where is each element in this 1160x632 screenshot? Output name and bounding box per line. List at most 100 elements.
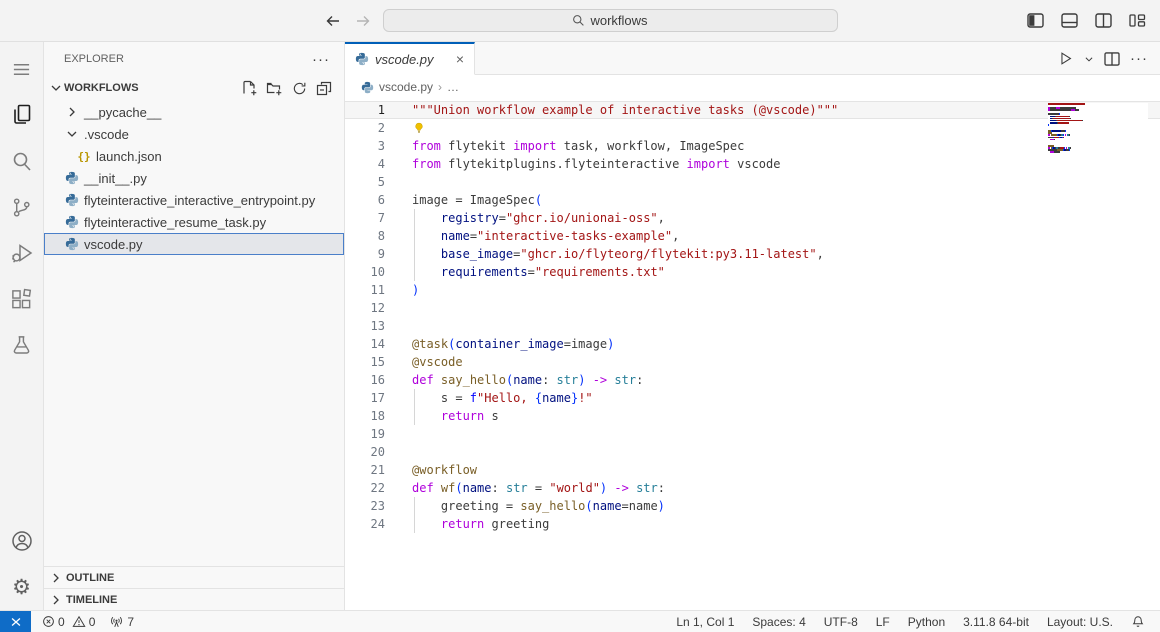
status-indentation[interactable]: Spaces: 4 (747, 611, 810, 632)
menu-icon[interactable] (0, 46, 44, 92)
new-file-icon[interactable] (241, 80, 257, 96)
panel-outline[interactable]: OUTLINE (44, 566, 344, 588)
tree-item-flyteinteractive-interactive-entrypoint-py[interactable]: flyteinteractive_interactive_entrypoint.… (44, 189, 344, 211)
code-line-3[interactable]: 3from flytekit import task, workflow, Im… (345, 137, 1160, 155)
code-line-1[interactable]: 1"""Union workflow example of interactiv… (345, 101, 1160, 119)
split-editor-right-icon[interactable] (1104, 52, 1120, 66)
line-number[interactable]: 16 (345, 371, 385, 389)
code-line-2[interactable]: 2 (345, 119, 1160, 137)
code-line-11[interactable]: 11) (345, 281, 1160, 299)
tree-item--pycache-[interactable]: __pycache__ (44, 101, 344, 123)
line-number[interactable]: 8 (345, 227, 385, 245)
tree-item-vscode-py[interactable]: vscode.py (44, 233, 344, 255)
search-view-icon[interactable] (0, 138, 44, 184)
testing-icon[interactable] (0, 322, 44, 368)
ports-indicator[interactable]: 7 (104, 611, 139, 632)
refresh-icon[interactable] (291, 80, 307, 96)
breadcrumb-file[interactable]: vscode.py (379, 80, 433, 94)
forward-button[interactable] (353, 11, 373, 31)
problems-indicator[interactable]: 0 0 (37, 611, 100, 632)
line-number[interactable]: 6 (345, 191, 385, 209)
line-number[interactable]: 7 (345, 209, 385, 227)
line-number[interactable]: 22 (345, 479, 385, 497)
minimap[interactable] (1048, 103, 1148, 153)
code-line-22[interactable]: 22def wf(name: str = "world") -> str: (345, 479, 1160, 497)
back-button[interactable] (323, 11, 343, 31)
command-center-search[interactable]: workflows (383, 9, 838, 32)
tree-item-flyteinteractive-resume-task-py[interactable]: flyteinteractive_resume_task.py (44, 211, 344, 233)
code-line-17[interactable]: 17 s = f"Hello, {name}!" (345, 389, 1160, 407)
line-number[interactable]: 17 (345, 389, 385, 407)
line-number[interactable]: 11 (345, 281, 385, 299)
run-and-debug-icon[interactable] (0, 230, 44, 276)
line-number[interactable]: 21 (345, 461, 385, 479)
toggle-sidebar-icon[interactable] (1026, 12, 1044, 30)
line-number[interactable]: 4 (345, 155, 385, 173)
customize-layout-icon[interactable] (1128, 12, 1146, 30)
source-control-icon[interactable] (0, 184, 44, 230)
tree-item--vscode[interactable]: .vscode (44, 123, 344, 145)
breadcrumb[interactable]: vscode.py › … (345, 75, 1160, 99)
lightbulb-icon[interactable] (413, 122, 425, 134)
code-line-15[interactable]: 15@vscode (345, 353, 1160, 371)
panel-timeline[interactable]: TIMELINE (44, 588, 344, 610)
line-number[interactable]: 10 (345, 263, 385, 281)
toggle-panel-icon[interactable] (1060, 12, 1078, 30)
code-line-23[interactable]: 23 greeting = say_hello(name=name) (345, 497, 1160, 515)
line-number[interactable]: 14 (345, 335, 385, 353)
line-number[interactable]: 3 (345, 137, 385, 155)
status-cursor-position[interactable]: Ln 1, Col 1 (671, 611, 739, 632)
tree-item-launch-json[interactable]: {}launch.json (44, 145, 344, 167)
code-line-18[interactable]: 18 return s (345, 407, 1160, 425)
remote-indicator[interactable] (0, 611, 31, 632)
split-editor-icon[interactable] (1094, 12, 1112, 30)
tab-vscode-py[interactable]: vscode.py × (345, 42, 475, 75)
line-number[interactable]: 24 (345, 515, 385, 533)
code-line-13[interactable]: 13 (345, 317, 1160, 335)
account-icon[interactable] (0, 518, 44, 564)
line-number[interactable]: 13 (345, 317, 385, 335)
line-number[interactable]: 5 (345, 173, 385, 191)
run-python-file-icon[interactable] (1057, 50, 1074, 67)
workspace-section-header[interactable]: WORKFLOWS (44, 76, 344, 100)
status-keyboard-layout[interactable]: Layout: U.S. (1042, 611, 1118, 632)
sidebar-more-icon[interactable]: ··· (312, 51, 330, 68)
line-number[interactable]: 9 (345, 245, 385, 263)
line-number[interactable]: 2 (345, 119, 385, 137)
extensions-icon[interactable] (0, 276, 44, 322)
notifications-bell-icon[interactable] (1126, 611, 1150, 632)
line-number[interactable]: 1 (345, 101, 385, 119)
code-line-4[interactable]: 4from flytekitplugins.flyteinteractive i… (345, 155, 1160, 173)
settings-gear-icon[interactable]: ⚙ (0, 564, 44, 610)
breadcrumb-symbol[interactable]: … (447, 80, 459, 94)
collapse-folders-icon[interactable] (316, 80, 332, 96)
status-eol[interactable]: LF (871, 611, 895, 632)
code-line-14[interactable]: 14@task(container_image=image) (345, 335, 1160, 353)
code-line-19[interactable]: 19 (345, 425, 1160, 443)
code-line-7[interactable]: 7 registry="ghcr.io/unionai-oss", (345, 209, 1160, 227)
tree-item--init-py[interactable]: __init__.py (44, 167, 344, 189)
new-folder-icon[interactable] (266, 80, 282, 96)
tab-close-icon[interactable]: × (456, 52, 464, 66)
run-dropdown-chevron-icon[interactable] (1084, 54, 1094, 64)
code-line-6[interactable]: 6image = ImageSpec( (345, 191, 1160, 209)
explorer-icon[interactable] (0, 92, 44, 138)
code-line-16[interactable]: 16def say_hello(name: str) -> str: (345, 371, 1160, 389)
status-python-interpreter[interactable]: 3.11.8 64-bit (958, 611, 1034, 632)
more-actions-icon[interactable]: ··· (1130, 50, 1148, 67)
code-line-24[interactable]: 24 return greeting (345, 515, 1160, 533)
code-line-10[interactable]: 10 requirements="requirements.txt" (345, 263, 1160, 281)
line-number[interactable]: 20 (345, 443, 385, 461)
code-line-20[interactable]: 20 (345, 443, 1160, 461)
status-encoding[interactable]: UTF-8 (819, 611, 863, 632)
code-line-9[interactable]: 9 base_image="ghcr.io/flyteorg/flytekit:… (345, 245, 1160, 263)
status-language-mode[interactable]: Python (903, 611, 950, 632)
code-line-12[interactable]: 12 (345, 299, 1160, 317)
code-line-8[interactable]: 8 name="interactive-tasks-example", (345, 227, 1160, 245)
line-number[interactable]: 23 (345, 497, 385, 515)
code-editor[interactable]: 1"""Union workflow example of interactiv… (345, 99, 1160, 610)
line-number[interactable]: 19 (345, 425, 385, 443)
line-number[interactable]: 15 (345, 353, 385, 371)
line-number[interactable]: 18 (345, 407, 385, 425)
code-line-5[interactable]: 5 (345, 173, 1160, 191)
